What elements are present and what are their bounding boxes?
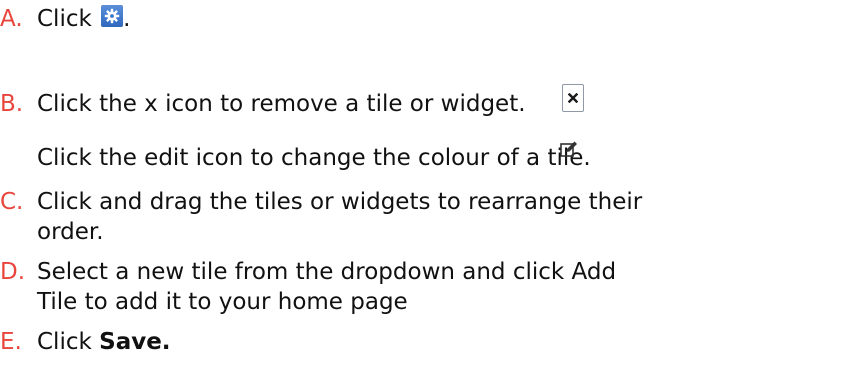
step-b-edit-text: Click the edit icon to change the colour… xyxy=(37,145,591,171)
step-e-text: Click xyxy=(37,329,100,355)
step-e: E. Click Save. xyxy=(0,327,171,357)
settings-gear-icon xyxy=(101,5,124,27)
step-e-marker: E. xyxy=(0,329,22,355)
step-b: B. Click the x icon to remove a tile or w… xyxy=(0,89,526,119)
step-c-line1: Click and drag the tiles or widgets to r… xyxy=(37,189,643,215)
step-b-line2: Click the edit icon to change the colour… xyxy=(0,143,591,173)
step-a-period: . xyxy=(123,6,131,32)
step-d: D. Select a new tile from the dropdown an… xyxy=(0,257,616,287)
step-c-cont: order. xyxy=(0,217,104,247)
step-d-line1: Select a new tile from the dropdown and … xyxy=(37,259,617,285)
step-b-marker: B. xyxy=(0,91,24,117)
step-a-text: Click xyxy=(37,6,100,32)
close-x-icon xyxy=(562,84,584,112)
step-a: A. Click . xyxy=(0,4,130,34)
step-d-marker: D. xyxy=(0,259,26,285)
edit-pencil-icon xyxy=(560,141,577,157)
step-a-marker: A. xyxy=(0,6,23,32)
step-b-text: Click the x icon to remove a tile or wid… xyxy=(37,91,526,117)
step-d-line2: Tile to add it to your home page xyxy=(37,289,408,315)
step-c-line2: order. xyxy=(37,219,104,245)
step-c: C. Click and drag the tiles or widgets to… xyxy=(0,187,642,217)
save-label: Save. xyxy=(99,329,171,355)
step-d-cont: Tile to add it to your home page xyxy=(0,287,408,317)
step-c-marker: C. xyxy=(0,189,24,215)
